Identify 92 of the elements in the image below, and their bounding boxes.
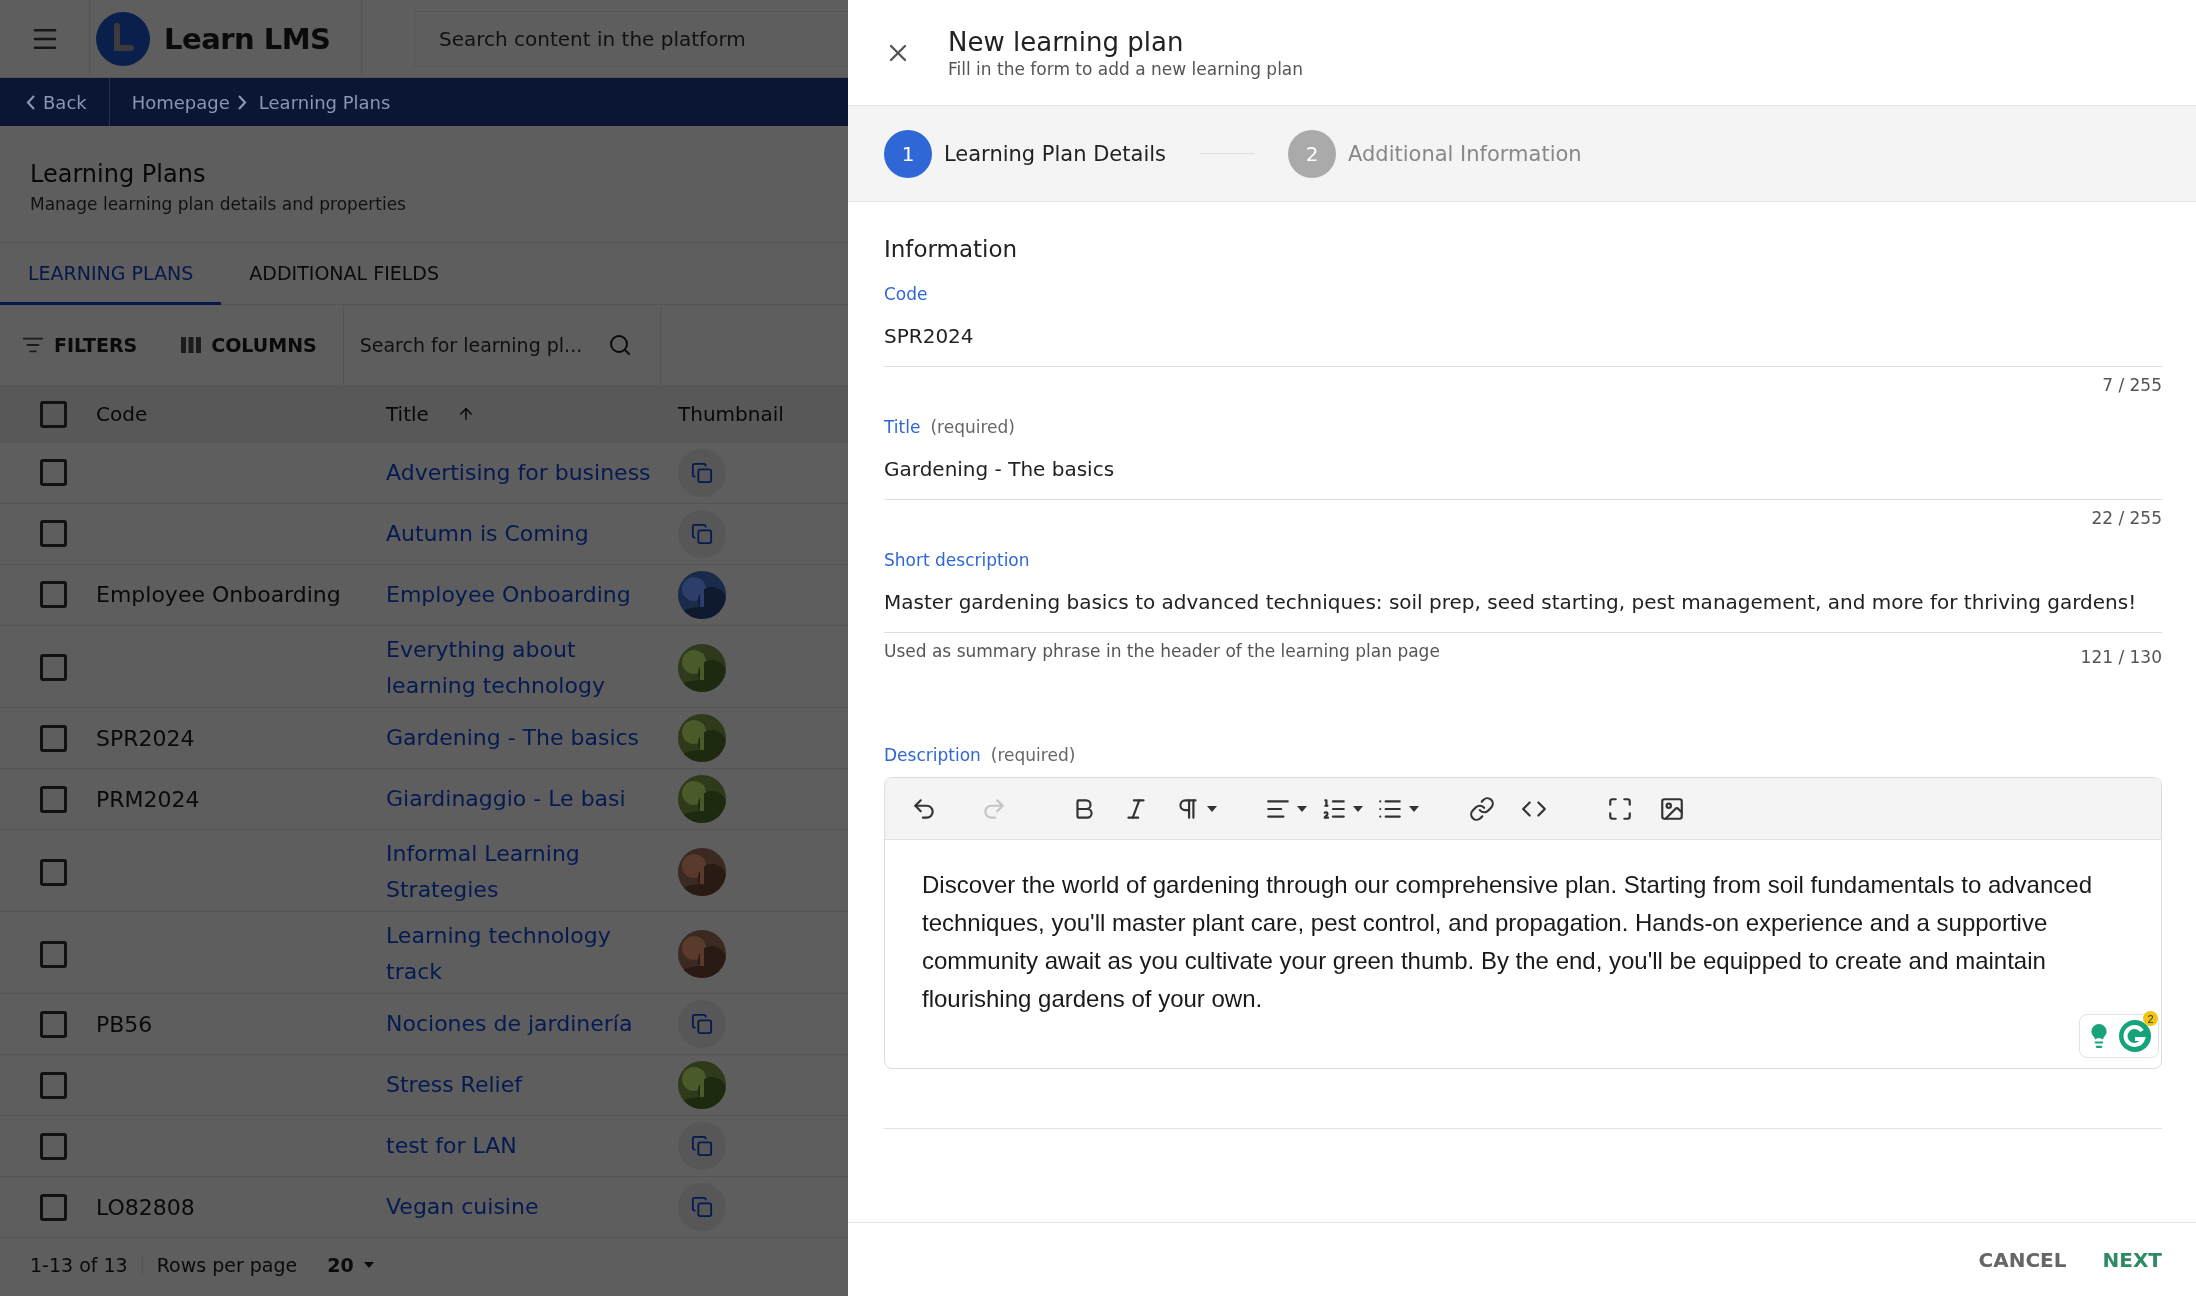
copy-icon: [691, 461, 713, 484]
grammar-badge[interactable]: 2: [2079, 1014, 2159, 1058]
field-label: Title: [884, 417, 921, 437]
image-icon: [1659, 795, 1685, 822]
breadcrumb-link[interactable]: Learning Plans: [250, 91, 399, 113]
caret-icon: [363, 1262, 374, 1269]
plan-title-link[interactable]: Vegan cuisine: [386, 1189, 656, 1226]
step-label[interactable]: Learning Plan Details: [944, 141, 1166, 166]
page-subtitle: Manage learning plan details and properties: [30, 194, 407, 214]
helper-text: Used as summary phrase in the header of the learning plan page: [884, 641, 1440, 661]
section-title: Information: [884, 236, 1019, 262]
copy-icon: [691, 1013, 713, 1036]
copy-icon: [691, 1196, 713, 1219]
brand-name: Learn LMS: [164, 21, 331, 56]
plan-title-link[interactable]: Advertising for business: [386, 454, 656, 491]
row-checkbox[interactable]: [39, 940, 67, 968]
step-number: 2: [1288, 129, 1336, 178]
caret-icon: [1207, 805, 1217, 812]
table-cell: Employee Onboarding: [96, 582, 341, 608]
row-checkbox[interactable]: [39, 785, 67, 813]
step-number: 1: [884, 129, 932, 178]
page-title: Learning Plans: [30, 160, 207, 188]
row-checkbox[interactable]: [39, 858, 67, 886]
row-checkbox[interactable]: [39, 581, 67, 609]
plan-title-link[interactable]: Autumn is Coming: [386, 515, 656, 552]
row-checkbox[interactable]: [39, 1193, 67, 1221]
toolbar-button[interactable]: [1607, 795, 1633, 822]
table-cell: PRM2024: [96, 786, 200, 812]
plan-title-link[interactable]: Stress Relief: [386, 1067, 656, 1104]
caret-icon: [1409, 805, 1419, 812]
tab[interactable]: ADDITIONAL FIELDS: [221, 243, 468, 306]
plan-title-link[interactable]: Learning technology track: [386, 918, 656, 991]
plan-title-link[interactable]: Employee Onboarding: [386, 576, 656, 613]
table-search-field[interactable]: Search for learning pl...: [357, 333, 608, 358]
row-checkbox[interactable]: [39, 459, 67, 487]
character-counter: 7 / 255: [2102, 375, 2162, 395]
character-counter: 22 / 255: [2091, 508, 2162, 528]
link-icon: [1469, 795, 1495, 822]
row-checkbox[interactable]: [39, 520, 67, 548]
table-cell: SPR2024: [96, 725, 195, 751]
row-checkbox[interactable]: [39, 1010, 67, 1038]
breadcrumb-link[interactable]: Homepage: [123, 91, 238, 113]
field-label: Description: [884, 745, 981, 765]
caret-icon: [1353, 805, 1363, 812]
row-checkbox[interactable]: [39, 654, 67, 682]
table-cell: LO82808: [96, 1194, 195, 1220]
tab[interactable]: LEARNING PLANS: [0, 243, 222, 306]
columns-icon: [181, 337, 202, 354]
plan-title-link[interactable]: Gardening - The basics: [386, 720, 656, 757]
search-icon: [607, 333, 632, 358]
search-field[interactable]: Search content in the platform: [414, 10, 848, 67]
cancel-button[interactable]: CANCEL: [1978, 1243, 2067, 1276]
step-label[interactable]: Additional Information: [1348, 141, 1582, 166]
columns-button[interactable]: COLUMNS: [159, 334, 339, 357]
caret-icon: [1297, 805, 1307, 812]
row-checkbox[interactable]: [39, 1132, 67, 1160]
plan-title-link[interactable]: test for LAN: [386, 1128, 656, 1165]
input-field[interactable]: Gardening - The basics: [884, 437, 2162, 500]
pagination-range: 1-13 of 13: [30, 1254, 143, 1277]
input-field[interactable]: Master gardening basics to advanced techniques: soil prep, seed starting, pest management, and more for thriving gardens!: [884, 570, 2162, 633]
plan-title-link[interactable]: Nociones de jardinería: [386, 1006, 656, 1043]
field-label: Short description: [884, 550, 1030, 570]
fullscreen-icon: [1607, 795, 1633, 822]
chevron-right-icon: [237, 94, 247, 110]
column-header[interactable]: Thumbnail: [678, 402, 784, 427]
plan-title-link[interactable]: Giardinaggio - Le basi: [386, 781, 656, 818]
required-note: (required): [930, 417, 1015, 437]
next-button[interactable]: NEXT: [2102, 1243, 2162, 1276]
table-cell: PB56: [96, 1011, 153, 1037]
row-checkbox[interactable]: [39, 724, 67, 752]
required-note: (required): [990, 745, 1076, 765]
column-header[interactable]: Code: [96, 402, 148, 427]
field-label: Code: [884, 284, 928, 304]
select-all-checkbox[interactable]: [39, 400, 67, 428]
column-header[interactable]: Title: [386, 402, 429, 427]
input-field[interactable]: SPR2024: [884, 304, 2162, 367]
character-counter: 121 / 130: [2080, 647, 2162, 667]
plan-title-link[interactable]: Everything about learning technology: [386, 631, 656, 704]
chevron-left-icon: [26, 94, 35, 110]
row-checkbox[interactable]: [39, 1071, 67, 1099]
filters-button[interactable]: FILTERS: [0, 334, 160, 357]
drawer-title: New learning plan: [948, 26, 1185, 57]
rows-per-page-label: Rows per page: [155, 1254, 299, 1277]
drawer-subtitle: Fill in the form to add a new learning plan: [948, 58, 1304, 79]
logo-icon: [96, 11, 150, 66]
toolbar-button[interactable]: [1659, 795, 1685, 822]
toolbar-button[interactable]: [1469, 795, 1495, 822]
rows-per-page-select[interactable]: 20: [321, 1253, 380, 1278]
copy-icon: [691, 1135, 713, 1158]
copy-icon: [691, 522, 713, 545]
back-link[interactable]: Back: [0, 78, 110, 126]
plan-title-link[interactable]: Informal Learning Strategies: [386, 836, 656, 909]
